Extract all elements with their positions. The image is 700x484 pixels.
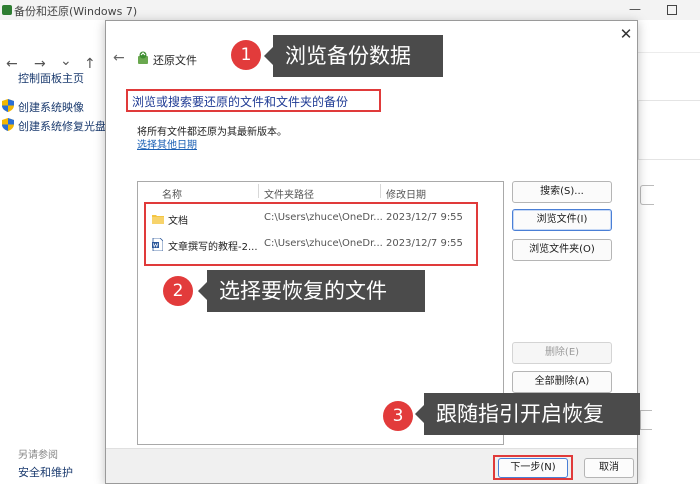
step-badge: 1 — [231, 40, 261, 70]
background-panel — [638, 100, 700, 160]
dialog-title: 还原文件 — [153, 54, 197, 67]
background-button — [640, 410, 652, 430]
control-panel-sidebar: 控制面板主页 创建系统映像 创建系统修复光盘 另请参阅 安全和维护 — [0, 60, 110, 484]
column-header-date[interactable]: 修改日期 — [386, 186, 426, 201]
file-row[interactable]: 文档 C:\Users\zhuce\OneDr... 2023/12/7 9:5… — [138, 209, 501, 229]
sidebar-item-security[interactable]: 安全和维护 — [18, 464, 73, 480]
search-button[interactable]: 搜索(S)... — [512, 181, 612, 203]
sidebar-item-create-disc[interactable]: 创建系统修复光盘 — [18, 118, 106, 134]
column-separator — [380, 184, 381, 198]
file-row[interactable]: 文章撰写的教程-2... C:\Users\zhuce\OneDr... 202… — [138, 235, 501, 255]
maximize-button[interactable] — [664, 2, 678, 16]
see-also-label: 另请参阅 — [18, 450, 58, 461]
browse-folders-button[interactable]: 浏览文件夹(O) — [512, 239, 612, 261]
window-title: 备份和还原(Windows 7) — [14, 5, 138, 18]
file-path: C:\Users\zhuce\OneDr... — [264, 212, 383, 223]
file-date: 2023/12/7 9:55 — [386, 212, 463, 223]
browse-files-button[interactable]: 浏览文件(I) — [512, 209, 612, 231]
heading-highlight: 浏览或搜索要还原的文件和文件夹的备份 — [126, 89, 381, 112]
app-icon — [2, 5, 12, 15]
navigation-bar: ← → ⌄ ↑ — [0, 26, 110, 72]
back-arrow-icon[interactable]: ← — [113, 50, 125, 66]
dialog-footer: 下一步(N) 取消 — [106, 448, 637, 483]
sidebar-item-create-image[interactable]: 创建系统映像 — [18, 99, 84, 115]
page-heading: 浏览或搜索要还原的文件和文件夹的备份 — [132, 95, 349, 109]
sidebar-item-home[interactable]: 控制面板主页 — [18, 70, 84, 86]
cancel-button[interactable]: 取消 — [584, 458, 634, 478]
shield-icon — [2, 118, 14, 131]
file-name: 文章撰写的教程-2... — [168, 242, 258, 253]
annotation-callout: 选择要恢复的文件 — [198, 270, 425, 312]
word-document-icon — [152, 238, 163, 251]
annotation-callout: 跟随指引开启恢复 — [415, 393, 640, 435]
folder-icon — [152, 215, 164, 224]
column-separator — [258, 184, 259, 198]
file-name: 文档 — [168, 216, 188, 227]
choose-other-date-link[interactable]: 选择其他日期 — [137, 136, 197, 151]
next-button[interactable]: 下一步(N) — [498, 458, 568, 478]
step-badge: 3 — [383, 401, 413, 431]
background-button — [640, 185, 654, 205]
minimize-button[interactable]: — — [628, 2, 642, 16]
shield-icon — [2, 99, 14, 112]
column-header-path[interactable]: 文件夹路径 — [264, 186, 314, 201]
file-date: 2023/12/7 9:55 — [386, 238, 463, 249]
file-path: C:\Users\zhuce\OneDr... — [264, 238, 383, 249]
remove-all-button[interactable]: 全部删除(A) — [512, 371, 612, 393]
remove-button[interactable]: 删除(E) — [512, 342, 612, 364]
step-badge: 2 — [163, 276, 193, 306]
control-panel-titlebar: 备份和还原(Windows 7) — — [0, 0, 700, 20]
close-button[interactable]: ✕ — [617, 25, 635, 43]
annotation-callout: 浏览备份数据 — [264, 35, 443, 77]
column-header-name[interactable]: 名称 — [162, 186, 182, 201]
restore-icon — [138, 51, 148, 64]
